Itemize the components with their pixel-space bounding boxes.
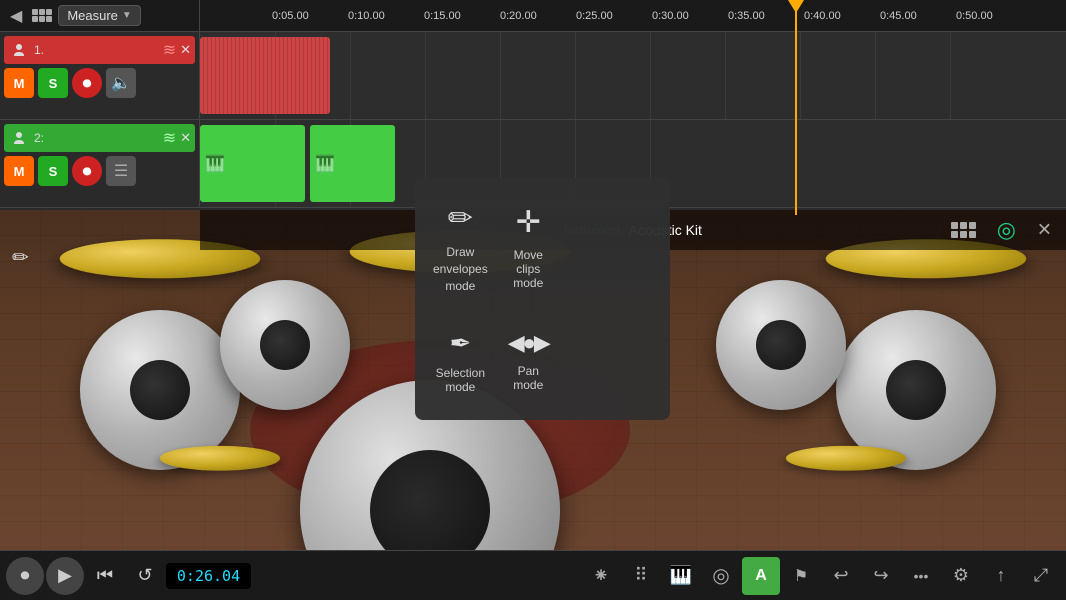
instrument-bowl-icon[interactable]: ◎ (997, 217, 1016, 243)
pan-icon: ◀●▶ (508, 332, 549, 354)
left-tom-pad[interactable] (220, 280, 350, 410)
share-btn[interactable]: ↑ (982, 557, 1020, 595)
track-2-mute-btn[interactable]: M (4, 156, 34, 186)
highlight-btn[interactable]: A (742, 557, 780, 595)
selection-label: Selection mode (433, 366, 488, 394)
track-2-clip-1[interactable]: 🎹 (200, 125, 305, 202)
rewind-btn[interactable]: ⏮ (86, 557, 124, 595)
redo-btn[interactable]: ↪ (862, 557, 900, 595)
instrument-close-btn[interactable]: ✕ (1037, 220, 1052, 241)
track-1-grid[interactable] (200, 32, 1066, 119)
edit-expand-btn[interactable]: ⤢ (1022, 557, 1060, 595)
track-1-mute-btn[interactable]: M (4, 68, 34, 98)
track-1-solo-btn[interactable]: S (38, 68, 68, 98)
time-marker-7: 0:35.00 (728, 10, 765, 22)
move-clips-icon: ✛ (516, 208, 541, 238)
flag-btn[interactable]: ⚑ (782, 557, 820, 595)
time-marker-6: 0:30.00 (652, 10, 689, 22)
pan-mode[interactable]: ◀●▶ Pan mode (498, 312, 559, 412)
track-1-avatar (8, 39, 30, 61)
undo-btn[interactable]: ↩ (822, 557, 860, 595)
selection-mode[interactable]: ✒ Selection mode (423, 312, 498, 412)
piano-roll-btn[interactable]: 🎹 (662, 557, 700, 595)
more-btn[interactable]: ••• (902, 557, 940, 595)
track-1-monitor-btn[interactable]: 🔈 (106, 68, 136, 98)
track-2-name: 2: (34, 131, 159, 145)
move-clips-label: Move clips mode (508, 248, 549, 290)
grid-view-icon[interactable] (32, 9, 52, 22)
time-display: 0:26.04 (166, 563, 251, 589)
track-1-wave-icon: ≋ (163, 40, 176, 60)
time-marker-4: 0:20.00 (500, 10, 537, 22)
track-2-record-btn[interactable]: ⏺ (72, 156, 102, 186)
back-button[interactable]: ◀ (6, 6, 26, 26)
instrument-grid-view[interactable] (951, 222, 976, 238)
time-marker-5: 0:25.00 (576, 10, 613, 22)
track-2-solo-btn[interactable]: S (38, 156, 68, 186)
bottom-toolbar: ⏺ ▶ ⏮ ↺ 0:26.04 ⁕ ⠿ 🎹 ◎ A ⚑ ↩ ↪ ••• ⚙ ↑ … (0, 550, 1066, 600)
track-1-close-btn[interactable]: ✕ (180, 42, 191, 58)
move-clips-mode[interactable]: ✛ Move clips mode (498, 186, 559, 312)
measure-selector[interactable]: Measure ▼ (58, 5, 140, 26)
timeline-header: 0:05.00 0:10.00 0:15.00 0:20.00 0:25.00 … (200, 0, 1066, 32)
playhead-triangle (788, 0, 804, 13)
track-2-close-btn[interactable]: ✕ (180, 130, 191, 146)
track-2-settings-btn[interactable]: ☰ (106, 156, 136, 186)
draw-envelopes-icon: ✏ (448, 204, 473, 234)
right-tom-pad[interactable] (716, 280, 846, 410)
time-marker-2: 0:10.00 (348, 10, 385, 22)
draw-envelopes-mode[interactable]: ✏ Draw envelopesmode (423, 186, 498, 312)
track-2-wave-icon: ≋ (163, 128, 176, 148)
track-2-clip-2[interactable]: 🎹 (310, 125, 395, 202)
node-editor-btn[interactable]: ⁕ (582, 557, 620, 595)
track-1-clip[interactable] (200, 37, 330, 114)
time-marker-3: 0:15.00 (424, 10, 461, 22)
step-sequencer-btn[interactable]: ⠿ (622, 557, 660, 595)
track-2-controls: 2: ≋ ✕ M S ⏺ ☰ (0, 120, 200, 207)
play-btn[interactable]: ▶ (46, 557, 84, 595)
time-marker-1: 0:05.00 (272, 10, 309, 22)
track-2-avatar (8, 127, 30, 149)
settings-btn[interactable]: ⚙ (942, 557, 980, 595)
loop-btn[interactable]: ↺ (126, 557, 164, 595)
track-1-controls: 1. ≋ ✕ M S ⏺ 🔈 (0, 32, 200, 119)
track-1-name: 1. (34, 43, 159, 57)
selection-icon: ✒ (449, 330, 471, 356)
playhead[interactable] (795, 0, 797, 215)
time-marker-10: 0:50.00 (956, 10, 993, 22)
track-1-record-btn[interactable]: ⏺ (72, 68, 102, 98)
time-marker-8: 0:40.00 (804, 10, 841, 22)
time-marker-9: 0:45.00 (880, 10, 917, 22)
bowl-instrument-btn[interactable]: ◎ (702, 557, 740, 595)
pan-label: Pan mode (508, 364, 549, 392)
draw-envelopes-label: Draw envelopesmode (433, 244, 488, 294)
pencil-tool-btn[interactable]: ✏ (12, 245, 29, 270)
track-1-row: 1. ≋ ✕ M S ⏺ 🔈 (0, 32, 1066, 120)
record-btn[interactable]: ⏺ (6, 557, 44, 595)
mode-popup: ✏ Draw envelopesmode ✛ Move clips mode ✒… (415, 178, 670, 420)
